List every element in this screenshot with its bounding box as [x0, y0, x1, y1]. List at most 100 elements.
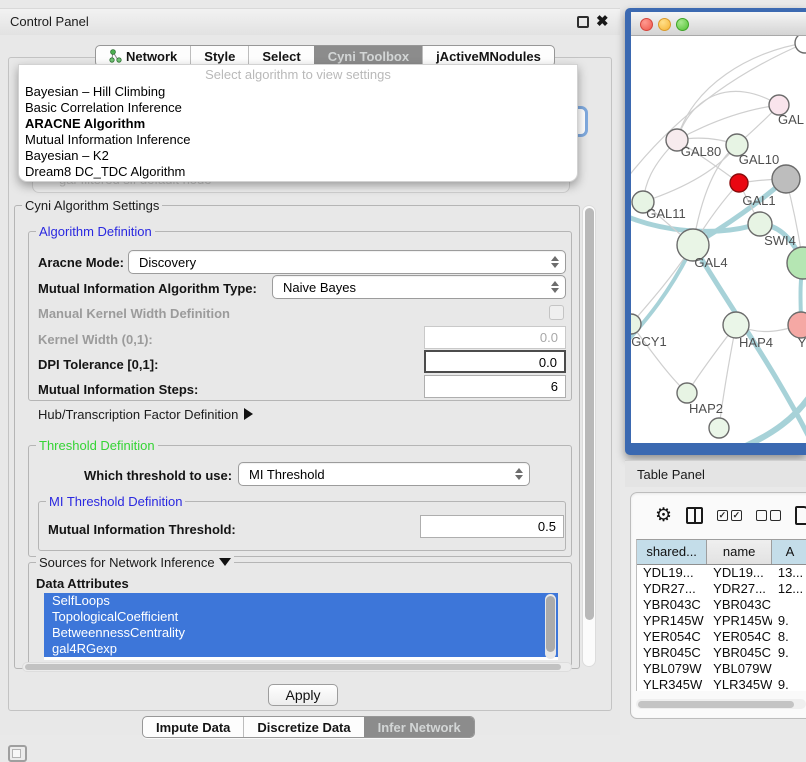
table-cell: YBR043C: [707, 597, 772, 613]
scrollbar-thumb[interactable]: [585, 208, 594, 620]
close-traffic-light-icon[interactable]: [640, 18, 653, 31]
scrollbar-thumb[interactable]: [25, 664, 561, 670]
attributes-hscrollbar[interactable]: [22, 662, 572, 672]
sources-title-label: Sources for Network Inference: [39, 555, 215, 570]
table-cell: YDR27...: [707, 581, 772, 597]
tab-network[interactable]: Network: [96, 46, 190, 66]
minimize-traffic-light-icon[interactable]: [658, 18, 671, 31]
dock-panel-icon[interactable]: [8, 745, 27, 762]
table-cell: YLR345W: [707, 677, 772, 691]
network-node[interactable]: [795, 36, 806, 53]
network-node[interactable]: [730, 174, 748, 192]
hub-definition-expander[interactable]: Hub/Transcription Factor Definition: [38, 407, 253, 422]
table-cell: YPR145W: [707, 613, 772, 629]
data-attributes-list: SelfLoopsTopologicalCoefficientBetweenne…: [44, 593, 558, 660]
network-canvas[interactable]: GALGAL80GAL10GAL1GAL11SWI4GAL4GCY1HAP4YH…: [631, 36, 806, 443]
which-threshold-combobox[interactable]: MI Threshold: [238, 462, 530, 486]
screen: Control Panel ✖ Network Style Select Cyn…: [0, 0, 806, 762]
mi-algorithm-type-combobox[interactable]: Naive Bayes: [272, 275, 566, 299]
network-edge: [677, 105, 779, 140]
table-panel-header: Table Panel: [625, 460, 806, 487]
attribute-list-item[interactable]: TopologicalCoefficient: [44, 609, 558, 625]
float-window-icon[interactable]: [577, 16, 589, 28]
kernel-width-field[interactable]: 0.0: [424, 326, 566, 349]
tab-cyni-toolbox[interactable]: Cyni Toolbox: [314, 46, 422, 66]
tab-select[interactable]: Select: [248, 46, 313, 66]
algorithm-option[interactable]: Bayesian – K2: [19, 148, 577, 164]
table-cell: 12...: [772, 581, 806, 597]
network-node[interactable]: [677, 383, 697, 403]
document-icon[interactable]: [795, 506, 806, 525]
scrollbar-thumb[interactable]: [546, 596, 555, 652]
deselect-all-checkboxes-icon[interactable]: [756, 510, 781, 521]
node-label: HAP4: [739, 335, 773, 350]
table-row[interactable]: YER054CYER054C8.: [637, 629, 806, 645]
tab-jactivemnodules-label: jActiveMNodules: [436, 49, 541, 64]
table-hscrollbar[interactable]: [636, 699, 806, 709]
stepper-icon: [551, 256, 559, 268]
apply-button[interactable]: Apply: [268, 684, 338, 706]
mi-steps-field[interactable]: 6: [424, 375, 566, 398]
network-node[interactable]: [631, 314, 641, 334]
table-cell: YER054C: [707, 629, 772, 645]
attribute-list-item[interactable]: BetweennessCentrality: [44, 625, 558, 641]
expand-right-icon[interactable]: [244, 408, 253, 420]
network-node[interactable]: [709, 418, 729, 438]
checked-checkbox-icon: ✓: [731, 510, 742, 521]
table-row[interactable]: YBL079WYBL079W: [637, 661, 806, 677]
zoom-traffic-light-icon[interactable]: [676, 18, 689, 31]
table-row[interactable]: YDL19...YDL19...13...: [637, 565, 806, 581]
tab-infer-network[interactable]: Infer Network: [364, 717, 474, 737]
table-toolbar: ⚙ ✓✓: [631, 493, 806, 537]
which-threshold-label: Which threshold to use:: [84, 468, 232, 483]
algorithm-option[interactable]: Dream8 DC_TDC Algorithm: [19, 164, 577, 180]
algorithm-option[interactable]: Mutual Information Inference: [19, 132, 577, 148]
tab-jactivemnodules[interactable]: jActiveMNodules: [422, 46, 554, 66]
table-cell: 9.: [772, 645, 806, 661]
select-all-checkboxes-icon[interactable]: ✓✓: [717, 510, 742, 521]
attributes-vscrollbar[interactable]: [545, 594, 556, 659]
control-panel-window: Control Panel ✖ Network Style Select Cyn…: [0, 8, 620, 735]
algorithm-option[interactable]: Bayesian – Hill Climbing: [19, 84, 577, 100]
table-column-header[interactable]: shared...: [637, 540, 707, 564]
node-label: GAL: [778, 112, 804, 127]
algorithm-option[interactable]: ARACNE Algorithm: [19, 116, 577, 132]
table-column-header[interactable]: name: [707, 540, 772, 564]
table-cell: YLR345W: [637, 677, 707, 691]
settings-vscrollbar[interactable]: [582, 205, 596, 667]
stepper-icon: [515, 468, 523, 480]
table-row[interactable]: YPR145WYPR145W9.: [637, 613, 806, 629]
attribute-table: shared...nameA YDL19...YDL19...13...YDR2…: [636, 539, 806, 691]
dpi-tolerance-label: DPI Tolerance [0,1]:: [38, 357, 158, 372]
tab-discretize-data[interactable]: Discretize Data: [243, 717, 363, 737]
column-layout-icon[interactable]: [686, 507, 703, 524]
attribute-list-item[interactable]: gal4RGexp: [44, 641, 558, 657]
tab-impute-data[interactable]: Impute Data: [143, 717, 243, 737]
table-row[interactable]: YLR345WYLR345W9.: [637, 677, 806, 691]
stepper-icon: [551, 281, 559, 293]
algorithm-option[interactable]: Basic Correlation Inference: [19, 100, 577, 116]
network-node[interactable]: [787, 247, 806, 279]
table-column-header[interactable]: A: [772, 540, 806, 564]
network-svg: GALGAL80GAL10GAL1GAL11SWI4GAL4GCY1HAP4YH…: [631, 36, 806, 443]
sources-title[interactable]: Sources for Network Inference: [36, 555, 234, 570]
table-panel-title: Table Panel: [637, 467, 705, 482]
aracne-mode-combobox[interactable]: Discovery: [128, 250, 566, 274]
table-row[interactable]: YDR27...YDR27...12...: [637, 581, 806, 597]
attribute-list-item[interactable]: SelfLoops: [44, 593, 558, 609]
network-window-titlebar[interactable]: [631, 12, 806, 36]
gear-icon[interactable]: ⚙: [655, 506, 672, 525]
collapse-down-icon[interactable]: [219, 558, 231, 566]
network-node[interactable]: [772, 165, 800, 193]
manual-kernel-width-checkbox[interactable]: [549, 305, 564, 320]
mi-threshold-field[interactable]: 0.5: [420, 515, 564, 538]
tab-style[interactable]: Style: [190, 46, 248, 66]
tab-cyni-toolbox-label: Cyni Toolbox: [328, 49, 409, 64]
dpi-tolerance-field[interactable]: 0.0: [424, 350, 566, 373]
scrollbar-thumb[interactable]: [638, 701, 794, 708]
close-panel-icon[interactable]: ✖: [596, 12, 609, 30]
checked-checkbox-icon: ✓: [717, 510, 728, 521]
table-row[interactable]: YBR045CYBR045C9.: [637, 645, 806, 661]
table-row[interactable]: YBR043CYBR043C: [637, 597, 806, 613]
mi-threshold-title: MI Threshold Definition: [46, 494, 185, 509]
